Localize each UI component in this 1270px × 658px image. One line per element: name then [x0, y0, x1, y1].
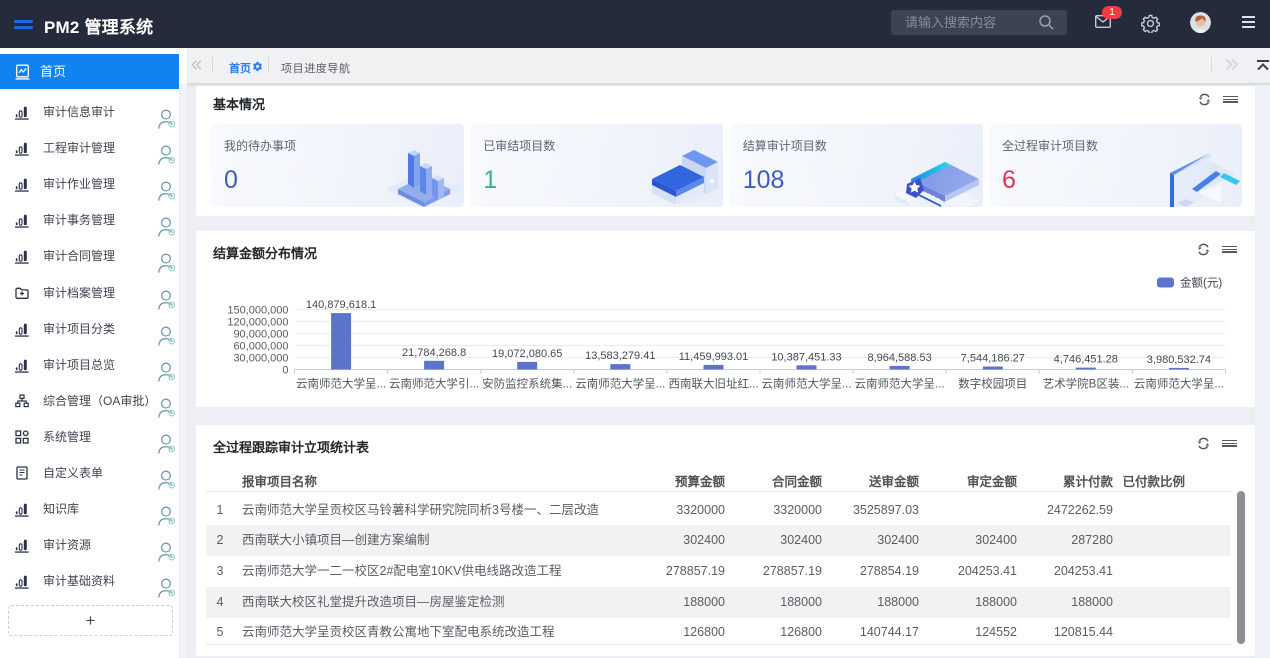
svg-text:云南师范大学呈...: 云南师范大学呈... — [761, 377, 851, 391]
svg-text:140,879,618.1: 140,879,618.1 — [306, 299, 376, 311]
svg-text:4,746,451.28: 4,746,451.28 — [1054, 354, 1118, 366]
svg-text:0: 0 — [282, 365, 288, 377]
svg-text:7,544,186.27: 7,544,186.27 — [961, 353, 1025, 365]
svg-text:8,964,588.53: 8,964,588.53 — [867, 352, 931, 364]
svg-text:10,387,451.33: 10,387,451.33 — [771, 351, 841, 363]
svg-text:云南师范大学呈...: 云南师范大学呈... — [296, 377, 386, 391]
svg-text:90,000,000: 90,000,000 — [233, 329, 288, 341]
svg-text:120,000,000: 120,000,000 — [227, 317, 288, 329]
svg-text:19,072,080.65: 19,072,080.65 — [492, 348, 562, 360]
svg-text:数字校园项目: 数字校园项目 — [958, 377, 1027, 391]
svg-text:安防监控系统集...: 安防监控系统集... — [482, 377, 572, 391]
svg-text:21,784,268.8: 21,784,268.8 — [402, 347, 466, 359]
svg-text:云南师范大学呈...: 云南师范大学呈... — [855, 377, 945, 391]
svg-text:11,459,993.01: 11,459,993.01 — [679, 351, 749, 363]
svg-text:金额(元): 金额(元) — [1180, 276, 1222, 290]
svg-text:云南师范大学引...: 云南师范大学引... — [389, 377, 479, 391]
svg-text:3,980,532.74: 3,980,532.74 — [1147, 354, 1211, 366]
svg-text:云南师范大学呈...: 云南师范大学呈... — [1134, 377, 1224, 391]
svg-text:西南联大旧址红...: 西南联大旧址红... — [668, 377, 758, 391]
svg-text:30,000,000: 30,000,000 — [233, 353, 288, 365]
svg-text:云南师范大学呈...: 云南师范大学呈... — [575, 377, 665, 391]
svg-text:艺术学院B区装...: 艺术学院B区装... — [1043, 377, 1129, 391]
svg-text:150,000,000: 150,000,000 — [227, 305, 288, 317]
svg-text:60,000,000: 60,000,000 — [233, 341, 288, 353]
svg-text:13,583,279.41: 13,583,279.41 — [585, 350, 655, 362]
